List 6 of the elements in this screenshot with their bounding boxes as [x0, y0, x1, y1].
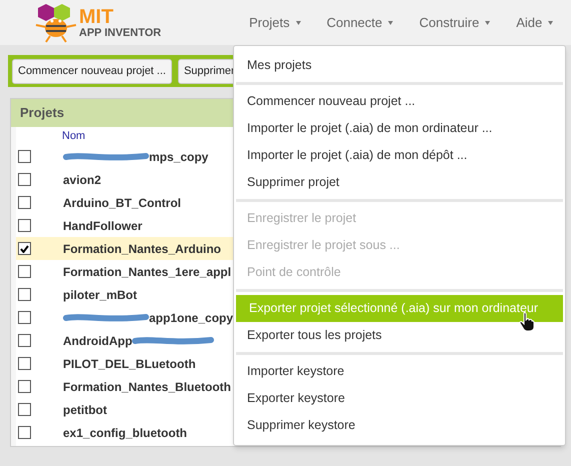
menu-label: Construire	[419, 14, 480, 32]
menu-label: Projets	[249, 14, 290, 32]
menu-label: Connecte	[326, 14, 382, 32]
logo-subtitle: APP INVENTOR	[79, 28, 162, 38]
menu-label: Aide	[516, 14, 542, 32]
logo-title: MIT	[79, 6, 114, 26]
